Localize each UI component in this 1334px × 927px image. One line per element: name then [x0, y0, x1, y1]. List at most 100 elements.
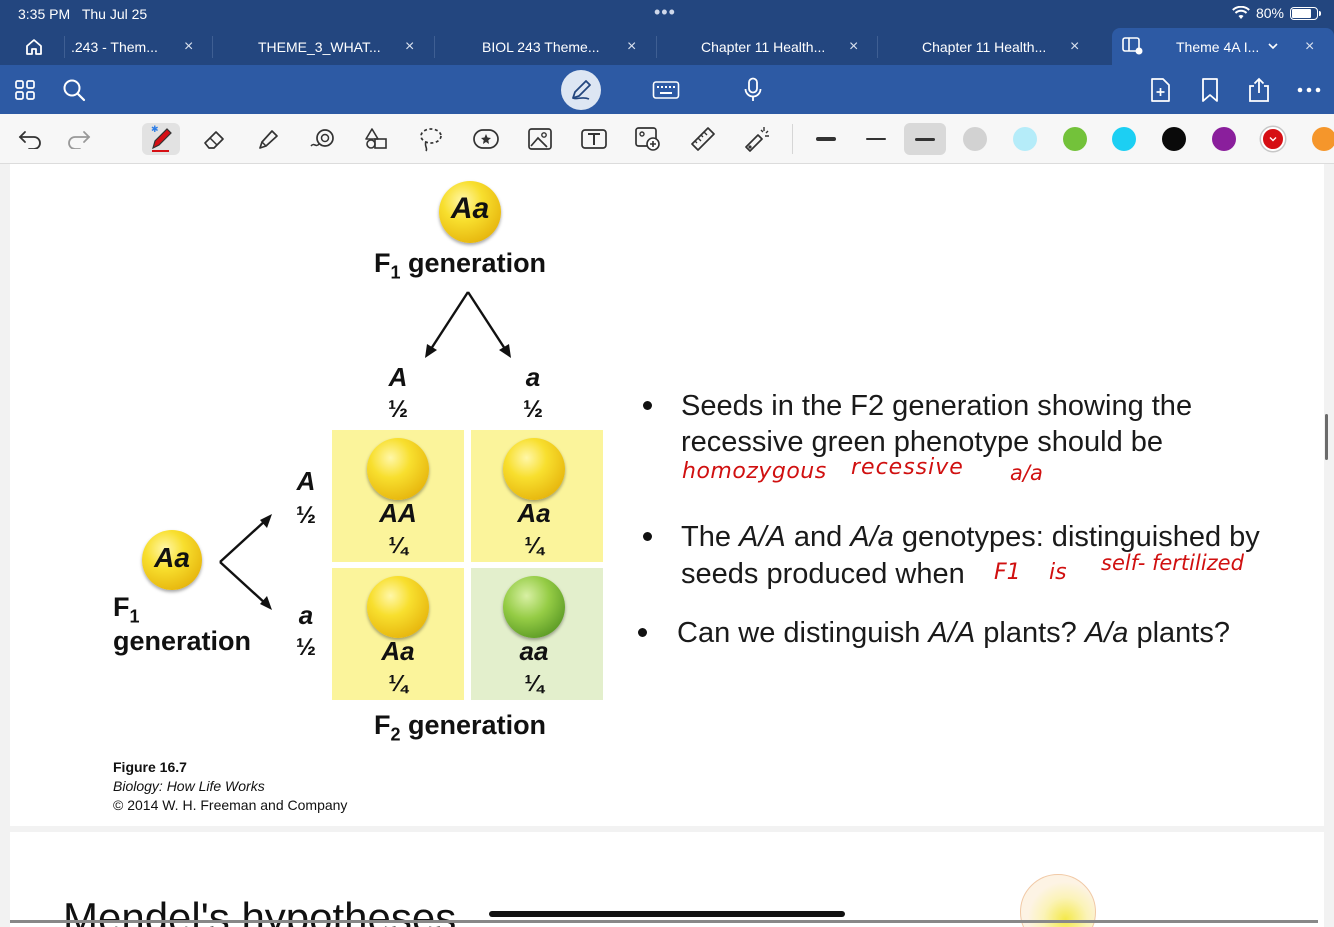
color-swatch-black[interactable]	[1162, 127, 1186, 151]
color-swatch-gray[interactable]	[963, 127, 987, 151]
svg-text:✱: ✱	[151, 125, 159, 135]
figure-caption-title: Figure 16.7	[113, 759, 187, 775]
note-page[interactable]: Aa F1 generation A ½ a ½ A ½ a ½ AA ¼ Aa…	[10, 164, 1324, 826]
col-freq-A: ½	[387, 396, 408, 423]
battery-percent: 80%	[1255, 5, 1284, 21]
text-run: Can we distinguish	[677, 617, 929, 649]
pen-icon[interactable]: ✱	[142, 123, 180, 155]
bullet-dot	[638, 628, 647, 637]
text-run-italic: A/a	[1084, 617, 1129, 649]
multitask-dots-icon[interactable]: •••	[654, 2, 676, 23]
stroke-medium-option[interactable]	[904, 123, 946, 155]
tab-label: .243 - Them...	[71, 38, 158, 55]
tab-5-active[interactable]: Theme 4A I... ×	[1112, 28, 1334, 65]
tab-0[interactable]: .243 - Them... ×	[67, 28, 209, 65]
lasso-icon[interactable]	[414, 123, 448, 155]
chevron-down-icon	[1269, 137, 1277, 142]
text-icon[interactable]	[577, 123, 611, 155]
sticker-icon[interactable]	[469, 123, 503, 155]
camera-icon[interactable]	[631, 123, 665, 155]
bookmark-icon[interactable]	[1194, 74, 1226, 106]
home-icon[interactable]	[14, 34, 54, 60]
f1-genotype: Aa	[450, 192, 490, 225]
col-freq-a: ½	[522, 396, 543, 423]
handwriting-aa: a/a	[1010, 461, 1043, 485]
color-swatch-red-selected[interactable]	[1261, 127, 1285, 151]
redo-icon[interactable]	[62, 123, 96, 155]
eraser-icon[interactable]	[197, 123, 231, 155]
color-swatch-cyan[interactable]	[1112, 127, 1136, 151]
handwriting-homozygous: homozygous	[682, 459, 827, 484]
close-tab-icon[interactable]: ×	[405, 38, 414, 56]
text-run-italic: A/A	[739, 521, 786, 553]
keyboard-icon[interactable]	[650, 74, 682, 106]
laser-icon[interactable]	[740, 123, 774, 155]
add-page-icon[interactable]	[1144, 74, 1176, 106]
close-tab-icon[interactable]: ×	[627, 38, 636, 56]
image-icon[interactable]	[523, 123, 557, 155]
close-tab-icon[interactable]: ×	[1305, 38, 1314, 56]
close-tab-icon[interactable]: ×	[184, 38, 193, 56]
clock-date: Thu Jul 25	[81, 6, 148, 22]
stroke-thin-option[interactable]	[855, 123, 897, 155]
cell-fraction: ¼	[524, 532, 544, 558]
color-swatch-purple[interactable]	[1212, 127, 1236, 151]
seed-yellow	[503, 438, 565, 500]
undo-icon[interactable]	[13, 123, 47, 155]
status-bar: 3:35 PM Thu Jul 25 ••• 80%	[0, 0, 1334, 27]
left-genotype: Aa	[154, 542, 190, 573]
ruler-icon[interactable]	[686, 123, 720, 155]
tab-4[interactable]: Chapter 11 Health... ×	[878, 28, 1098, 65]
share-icon[interactable]	[1243, 74, 1275, 106]
handwriting-is: is	[1049, 560, 1067, 585]
seed-green	[503, 576, 565, 638]
row-allele-A: A	[296, 466, 316, 496]
cell-fraction: ¼	[388, 670, 408, 696]
clock-time: 3:35 PM	[18, 6, 71, 22]
punnett-cell-Aa-bottom: Aa ¼	[332, 568, 464, 700]
stroke-thick-option[interactable]	[805, 123, 847, 155]
row-allele-a: a	[298, 600, 314, 630]
f1-generation-word: generation	[408, 248, 547, 278]
tab-2[interactable]: BIOL 243 Theme... ×	[435, 28, 655, 65]
shape-icon[interactable]	[306, 123, 340, 155]
chevron-down-icon[interactable]	[1268, 42, 1278, 50]
pen-mode-icon[interactable]	[561, 70, 601, 110]
tab-label: Theme 4A I...	[1176, 38, 1260, 55]
bullet-1-line-1: Seeds in the F2 generation showing the	[681, 390, 1193, 422]
text-run-italic: A/A	[928, 617, 976, 649]
grid-icon[interactable]	[9, 74, 41, 106]
color-swatch-light-blue[interactable]	[1013, 127, 1037, 151]
microphone-icon[interactable]	[737, 74, 769, 106]
search-icon[interactable]	[58, 74, 90, 106]
row-freq-a: ½	[295, 634, 316, 661]
home-indicator[interactable]	[489, 911, 845, 917]
punnett-cell-aa: aa ¼	[471, 568, 603, 700]
close-tab-icon[interactable]: ×	[1070, 38, 1079, 56]
gamete-arrows-top	[425, 291, 511, 358]
f1-generation-label: F1 generation	[374, 248, 546, 283]
cell-genotype: AA	[379, 498, 417, 528]
text-run: plants?	[975, 617, 1085, 649]
elements-icon[interactable]	[360, 123, 394, 155]
color-swatch-green[interactable]	[1063, 127, 1087, 151]
tab-3[interactable]: Chapter 11 Health... ×	[657, 28, 877, 65]
wifi-icon	[1232, 6, 1250, 19]
page-scroll-indicator[interactable]	[1325, 414, 1328, 460]
tab-label: BIOL 243 Theme...	[482, 38, 600, 55]
more-icon[interactable]	[1293, 74, 1325, 106]
f2-subscript: 2	[390, 724, 401, 745]
tab-1[interactable]: THEME_3_WHAT... ×	[213, 28, 433, 65]
highlighter-icon[interactable]	[251, 123, 285, 155]
document-tabs: .243 - Them... × THEME_3_WHAT... × BIOL …	[0, 28, 1334, 65]
color-swatch-orange[interactable]	[1312, 127, 1334, 151]
split-view-icon[interactable]	[1122, 37, 1144, 55]
battery-icon	[1290, 6, 1321, 20]
handwriting-recessive: recessive	[851, 455, 964, 480]
status-time: 3:35 PM Thu Jul 25	[18, 6, 147, 22]
close-tab-icon[interactable]: ×	[849, 38, 858, 56]
left-generation-label: generation	[113, 626, 252, 656]
text-run: plants?	[1128, 617, 1230, 649]
bullet-3: Can we distinguish A/A plants? A/a plant…	[677, 615, 1230, 652]
main-toolbar	[0, 65, 1334, 114]
